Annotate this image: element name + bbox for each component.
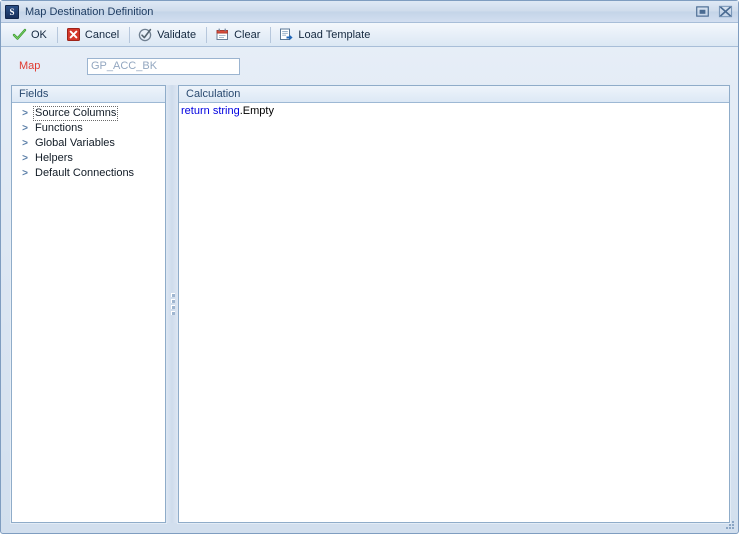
check-icon <box>12 28 27 40</box>
clear-button-label: Clear <box>234 28 261 41</box>
tree-item-default-connections[interactable]: > Default Connections <box>12 166 165 181</box>
toolbar-separator <box>56 26 58 43</box>
load-template-icon <box>280 28 293 41</box>
validate-button[interactable]: Validate <box>134 24 202 46</box>
window-controls <box>694 4 734 19</box>
chevron-right-icon[interactable]: > <box>17 153 33 164</box>
cancel-button-label: Cancel <box>84 28 120 41</box>
fields-panel-body: > Source Columns > Functions > Global Va… <box>12 103 165 522</box>
title-bar[interactable]: S Map Destination Definition <box>1 1 738 23</box>
close-icon <box>718 5 733 18</box>
ok-button[interactable]: OK <box>8 24 53 46</box>
form-area: Map <box>1 47 738 85</box>
splitter-grip-icon <box>170 293 175 315</box>
fields-panel-header: Fields <box>12 86 165 103</box>
tree-item-label: Source Columns <box>33 106 119 121</box>
load-template-button-label: Load Template <box>298 28 371 41</box>
load-template-button[interactable]: Load Template <box>275 24 376 46</box>
resize-grip[interactable] <box>724 519 736 531</box>
clear-button[interactable]: Clear <box>211 24 266 46</box>
cancel-button[interactable]: Cancel <box>62 24 125 46</box>
cancel-icon <box>66 28 80 41</box>
tree-item-functions[interactable]: > Functions <box>12 121 165 136</box>
validate-button-label: Validate <box>157 28 197 41</box>
map-input[interactable] <box>87 57 240 75</box>
window-title: Map Destination Definition <box>25 5 154 18</box>
validate-icon <box>138 28 152 42</box>
chevron-right-icon[interactable]: > <box>17 138 33 149</box>
app-icon: S <box>5 4 19 19</box>
toolbar: OK Cancel Validate Clear Load Template <box>1 23 738 47</box>
panels-container: Fields > Source Columns > Functions > Gl… <box>1 85 738 533</box>
chevron-right-icon[interactable]: > <box>17 108 33 119</box>
toolbar-separator <box>129 26 131 43</box>
calculation-panel-body[interactable]: return string.Empty <box>179 103 729 522</box>
toolbar-separator <box>206 26 208 43</box>
tree-item-global-variables[interactable]: > Global Variables <box>12 136 165 151</box>
tree-item-label: Default Connections <box>35 167 135 179</box>
dialog-window: S Map Destination Definition OK Cancel V… <box>0 0 739 534</box>
clear-icon <box>216 28 229 40</box>
fields-panel: Fields > Source Columns > Functions > Gl… <box>11 85 166 523</box>
tree-item-label: Global Variables <box>35 137 115 149</box>
panel-splitter[interactable] <box>166 85 178 523</box>
calculation-panel-header: Calculation <box>179 86 729 103</box>
code-keyword-string: string <box>212 105 240 117</box>
tree-item-source-columns[interactable]: > Source Columns <box>12 106 165 121</box>
map-label: Map <box>19 60 41 72</box>
code-keyword-return: return <box>181 105 210 117</box>
maximize-button[interactable] <box>694 4 711 19</box>
calculation-panel: Calculation return string.Empty <box>178 85 730 523</box>
toolbar-separator <box>270 26 272 43</box>
close-button[interactable] <box>717 4 734 19</box>
tree-item-helpers[interactable]: > Helpers <box>12 151 165 166</box>
chevron-right-icon[interactable]: > <box>17 168 33 179</box>
tree-item-label: Functions <box>35 122 83 134</box>
code-member-empty: .Empty <box>239 105 274 117</box>
ok-button-label: OK <box>31 28 47 41</box>
fields-tree: > Source Columns > Functions > Global Va… <box>12 103 165 181</box>
code-editor[interactable]: return string.Empty <box>179 103 729 522</box>
tree-item-label: Helpers <box>35 152 73 164</box>
chevron-right-icon[interactable]: > <box>17 123 33 134</box>
maximize-icon <box>696 6 709 17</box>
